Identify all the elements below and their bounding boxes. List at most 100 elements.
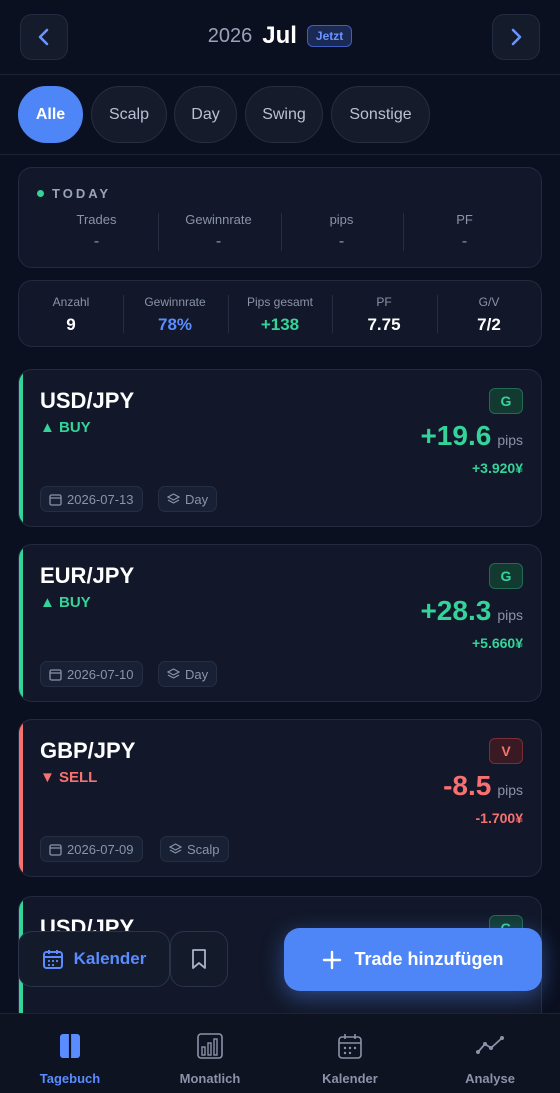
result-accent-bar: [19, 370, 23, 526]
stat-label: PF: [376, 295, 392, 309]
summary-count: Anzahl 9: [19, 295, 123, 335]
stat-label: PF: [456, 212, 473, 227]
trade-card[interactable]: USD/JPY ▲ BUY G +19.6 pips +3.920¥ 2026-…: [18, 369, 542, 527]
trade-date-tag: 2026-07-10: [40, 661, 143, 687]
today-stat-trades: Trades -: [35, 212, 158, 252]
filter-chip-all[interactable]: Alle: [18, 86, 83, 143]
stat-value: 78%: [157, 315, 193, 334]
pips-unit: pips: [497, 432, 523, 448]
trade-pair: USD/JPY: [40, 388, 135, 413]
tab-monthly[interactable]: Monatlich: [155, 1032, 265, 1086]
today-stats-card: TODAY Trades - Gewinnrate - pips - PF -: [18, 167, 542, 268]
today-stat-winrate: Gewinnrate -: [157, 212, 280, 252]
result-accent-bar: [19, 545, 23, 701]
today-stat-pips: pips -: [280, 212, 403, 252]
add-trade-button[interactable]: Trade hinzufügen: [284, 928, 542, 991]
trade-date-tag: 2026-07-09: [40, 836, 143, 862]
stat-label: Pips gesamt: [246, 295, 314, 309]
stat-value: -: [215, 233, 222, 250]
pips-value: -8.5: [443, 770, 492, 801]
today-stat-pf: PF -: [403, 212, 526, 252]
trade-profit: +3.920¥: [472, 460, 523, 476]
result-badge: G: [489, 563, 523, 589]
trade-date: 2026-07-10: [67, 666, 134, 682]
tab-label: Tagebuch: [39, 1071, 101, 1086]
stat-label: Anzahl: [52, 295, 90, 309]
live-dot-icon: [37, 190, 44, 197]
bookmark-button[interactable]: [170, 931, 228, 987]
summary-pf: PF 7.75: [332, 295, 436, 335]
stat-value: -: [93, 233, 100, 250]
month-summary-card: Anzahl 9 Gewinnrate 78% Pips gesamt +138…: [18, 280, 542, 347]
tab-analysis[interactable]: Analyse: [435, 1032, 545, 1086]
stat-label: G/V: [478, 295, 500, 309]
trade-card[interactable]: GBP/JPY ▼ SELL V -8.5 pips -1.700¥ 2026-…: [18, 719, 542, 877]
stat-value: 9: [66, 315, 76, 334]
plus-icon: [323, 950, 342, 969]
trade-pair: EUR/JPY: [40, 563, 135, 588]
next-month-button[interactable]: [492, 14, 540, 60]
summary-winrate: Gewinnrate 78%: [123, 295, 227, 335]
calendar-icon: [49, 668, 62, 681]
layers-icon: [167, 667, 180, 679]
trade-pips: -8.5 pips: [443, 770, 523, 802]
tab-calendar[interactable]: Kalender: [295, 1032, 405, 1086]
trade-profit: -1.700¥: [475, 810, 523, 826]
stat-value: -: [338, 233, 345, 250]
stat-label: Gewinnrate: [144, 295, 206, 309]
pips-value: +19.6: [420, 420, 492, 451]
calendar-icon: [42, 950, 63, 969]
layers-icon: [169, 842, 182, 854]
result-badge: V: [489, 738, 523, 764]
trade-style-tag: Day: [158, 486, 218, 512]
trade-direction: ▲ BUY: [40, 419, 91, 436]
month-header: 2026 Jul Jetzt: [0, 0, 560, 75]
calendar-icon: [49, 493, 62, 506]
trade-profit: +5.660¥: [472, 635, 523, 651]
trade-pips: +19.6 pips: [420, 420, 523, 452]
tab-label: Kalender: [322, 1071, 378, 1086]
year-label: 2026: [207, 24, 253, 47]
now-button[interactable]: Jetzt: [306, 25, 353, 47]
trade-style: Day: [185, 491, 209, 507]
summary-total-pips: Pips gesamt +138: [228, 295, 332, 335]
pips-unit: pips: [497, 607, 523, 623]
calendar-view-button[interactable]: Kalender: [18, 931, 170, 987]
trend-line-icon: [476, 1036, 504, 1054]
trade-style-filter-bar: Alle Scalp Day Swing Sonstige: [0, 75, 560, 155]
stat-value: -: [461, 233, 468, 250]
pips-value: +28.3: [420, 595, 492, 626]
month-title: 2026 Jul Jetzt: [0, 22, 560, 50]
trade-direction: ▼ SELL: [40, 769, 98, 786]
stat-value: 7/2: [477, 315, 501, 334]
stat-label: Trades: [76, 212, 117, 227]
result-badge: G: [489, 388, 523, 414]
trade-date-tag: 2026-07-13: [40, 486, 143, 512]
layers-icon: [167, 492, 180, 504]
tab-journal[interactable]: Tagebuch: [15, 1032, 125, 1086]
chevron-right-icon: [511, 28, 522, 46]
add-trade-label: Trade hinzufügen: [354, 949, 504, 969]
bookmark-icon: [192, 949, 206, 969]
filter-chip-other[interactable]: Sonstige: [331, 86, 430, 143]
stat-label: Gewinnrate: [185, 212, 252, 227]
filter-chip-day[interactable]: Day: [174, 86, 237, 143]
bar-chart-icon: [197, 1033, 223, 1059]
calendar-icon: [338, 1034, 362, 1059]
today-title: TODAY: [37, 186, 111, 201]
filter-chip-scalp[interactable]: Scalp: [91, 86, 167, 143]
trade-style: Day: [185, 666, 209, 682]
stat-value: +138: [260, 315, 300, 334]
summary-win-loss: G/V 7/2: [437, 295, 541, 335]
pips-unit: pips: [497, 782, 523, 798]
trade-date: 2026-07-13: [67, 491, 134, 507]
tab-label: Monatlich: [179, 1071, 241, 1086]
filter-chip-swing[interactable]: Swing: [245, 86, 323, 143]
trade-card[interactable]: EUR/JPY ▲ BUY G +28.3 pips +5.660¥ 2026-…: [18, 544, 542, 702]
trade-style-tag: Scalp: [160, 836, 229, 862]
today-title-label: TODAY: [52, 186, 112, 201]
trade-date: 2026-07-09: [67, 841, 134, 857]
tab-label: Analyse: [465, 1071, 515, 1086]
stat-label: pips: [329, 212, 354, 227]
bottom-tab-bar: Tagebuch Monatlich Kalender Analyse: [0, 1013, 560, 1093]
